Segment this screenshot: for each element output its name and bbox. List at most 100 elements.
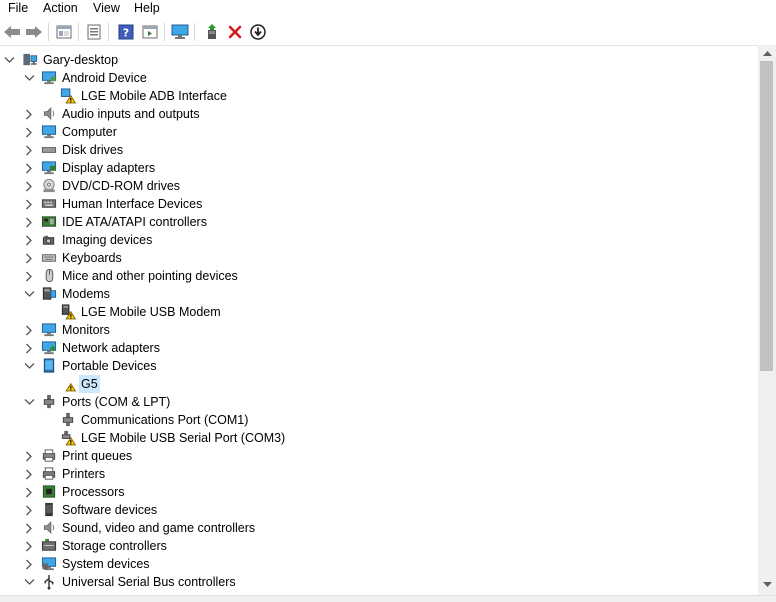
chevron-right-icon[interactable] <box>22 213 36 231</box>
chevron-down-icon[interactable] <box>22 69 36 87</box>
chevron-right-icon[interactable] <box>22 465 36 483</box>
tree-node[interactable]: LGE Mobile USB Modem <box>0 303 758 321</box>
download-icon[interactable] <box>248 22 268 42</box>
tree-node[interactable]: Keyboards <box>0 249 758 267</box>
tree-node-label[interactable]: LGE Mobile USB Serial Port (COM3) <box>79 429 287 447</box>
tree-node[interactable]: Mice and other pointing devices <box>0 267 758 285</box>
tree-node[interactable]: Portable Devices <box>0 357 758 375</box>
chevron-down-icon[interactable] <box>22 285 36 303</box>
tree-node[interactable]: Display adapters <box>0 159 758 177</box>
chevron-right-icon[interactable] <box>22 231 36 249</box>
tree-node-label[interactable]: Network adapters <box>60 339 162 357</box>
scroll-up-arrow-icon[interactable] <box>758 45 776 61</box>
menu-action[interactable]: Action <box>42 0 79 18</box>
tree-node-label[interactable]: Display adapters <box>60 159 157 177</box>
chevron-right-icon[interactable] <box>22 177 36 195</box>
tree-node-label[interactable]: System devices <box>60 555 152 573</box>
tree-node-label[interactable]: IDE ATA/ATAPI controllers <box>60 213 209 231</box>
tree-node[interactable]: Imaging devices <box>0 231 758 249</box>
tree-node-label[interactable]: Monitors <box>60 321 112 339</box>
tree-node[interactable]: Gary-desktop <box>0 51 758 69</box>
chevron-right-icon[interactable] <box>22 195 36 213</box>
chevron-right-icon[interactable] <box>22 159 36 177</box>
tree-node[interactable]: LGE Mobile USB Serial Port (COM3) <box>0 429 758 447</box>
tree-node[interactable]: Network adapters <box>0 339 758 357</box>
chevron-down-icon[interactable] <box>22 357 36 375</box>
tree-node-label[interactable]: Print queues <box>60 447 134 465</box>
tree-node-label[interactable]: Audio inputs and outputs <box>60 105 202 123</box>
tree-node-label[interactable]: Computer <box>60 123 119 141</box>
tree-node[interactable]: Print queues <box>0 447 758 465</box>
tree-node[interactable]: Sound, video and game controllers <box>0 519 758 537</box>
vertical-scrollbar[interactable] <box>758 45 776 595</box>
tree-node[interactable]: Ports (COM & LPT) <box>0 393 758 411</box>
tree-node[interactable]: LGE Mobile ADB Interface <box>0 87 758 105</box>
monitor-icon[interactable] <box>170 22 190 42</box>
chevron-right-icon[interactable] <box>22 267 36 285</box>
tree-node-label[interactable]: Software devices <box>60 501 159 519</box>
help-icon[interactable]: ? <box>116 22 136 42</box>
tree-node-label[interactable]: Ports (COM & LPT) <box>60 393 172 411</box>
chevron-right-icon[interactable] <box>22 447 36 465</box>
tree-node-label[interactable]: DVD/CD-ROM drives <box>60 177 182 195</box>
uninstall-x-icon[interactable] <box>225 22 245 42</box>
tree-node-label[interactable]: Printers <box>60 465 107 483</box>
scrollbar-thumb[interactable] <box>760 61 773 371</box>
tree-node[interactable]: G5 <box>0 375 758 393</box>
tree-node[interactable]: Storage controllers <box>0 537 758 555</box>
chevron-right-icon[interactable] <box>22 339 36 357</box>
tree-node[interactable]: Printers <box>0 465 758 483</box>
tree-node-label[interactable]: Mice and other pointing devices <box>60 267 240 285</box>
tree-node[interactable]: Software devices <box>0 501 758 519</box>
chevron-right-icon[interactable] <box>22 537 36 555</box>
tree-node-label[interactable]: Portable Devices <box>60 357 159 375</box>
tree-node[interactable]: Audio inputs and outputs <box>0 105 758 123</box>
chevron-right-icon[interactable] <box>22 483 36 501</box>
chevron-right-icon[interactable] <box>22 141 36 159</box>
chevron-right-icon[interactable] <box>22 321 36 339</box>
tree-node-label[interactable]: Universal Serial Bus controllers <box>60 573 238 591</box>
tree-node[interactable]: Universal Serial Bus controllers <box>0 573 758 591</box>
action-pane-icon[interactable] <box>140 22 160 42</box>
tree-node-label[interactable]: Human Interface Devices <box>60 195 204 213</box>
tree-node-label[interactable]: Gary-desktop <box>41 51 120 69</box>
tree-node-label[interactable]: Storage controllers <box>60 537 169 555</box>
menu-help[interactable]: Help <box>133 0 161 18</box>
tree-node[interactable]: IDE ATA/ATAPI controllers <box>0 213 758 231</box>
tree-node[interactable]: System devices <box>0 555 758 573</box>
back-arrow-icon[interactable] <box>2 22 22 42</box>
update-driver-icon[interactable] <box>202 22 222 42</box>
menu-view[interactable]: View <box>92 0 121 18</box>
tree-node-label[interactable]: G5 <box>79 375 100 393</box>
menu-file[interactable]: File <box>7 0 29 18</box>
chevron-right-icon[interactable] <box>22 105 36 123</box>
tree-node-label[interactable]: Imaging devices <box>60 231 154 249</box>
chevron-down-icon[interactable] <box>2 51 16 69</box>
tree-node[interactable]: Processors <box>0 483 758 501</box>
tree-node-label[interactable]: LGE Mobile USB Modem <box>79 303 223 321</box>
tree-node[interactable]: Monitors <box>0 321 758 339</box>
tree-node[interactable]: Disk drives <box>0 141 758 159</box>
show-hide-tree-icon[interactable] <box>54 22 74 42</box>
scroll-down-arrow-icon[interactable] <box>758 577 776 593</box>
tree-node[interactable]: Android Device <box>0 69 758 87</box>
tree-node[interactable]: Human Interface Devices <box>0 195 758 213</box>
tree-node-label[interactable]: Modems <box>60 285 112 303</box>
tree-node-label[interactable]: Sound, video and game controllers <box>60 519 257 537</box>
chevron-right-icon[interactable] <box>22 123 36 141</box>
tree-node-label[interactable]: Android Device <box>60 69 149 87</box>
chevron-right-icon[interactable] <box>22 519 36 537</box>
chevron-down-icon[interactable] <box>22 393 36 411</box>
chevron-right-icon[interactable] <box>22 249 36 267</box>
tree-node-label[interactable]: Communications Port (COM1) <box>79 411 250 429</box>
forward-arrow-icon[interactable] <box>24 22 44 42</box>
tree-node[interactable]: Modems <box>0 285 758 303</box>
chevron-right-icon[interactable] <box>22 555 36 573</box>
tree-node[interactable]: Communications Port (COM1) <box>0 411 758 429</box>
chevron-right-icon[interactable] <box>22 501 36 519</box>
tree-node-label[interactable]: Disk drives <box>60 141 125 159</box>
tree-node-label[interactable]: Keyboards <box>60 249 124 267</box>
tree-node-label[interactable]: Processors <box>60 483 127 501</box>
tree-node[interactable]: Computer <box>0 123 758 141</box>
properties-icon[interactable] <box>84 22 104 42</box>
